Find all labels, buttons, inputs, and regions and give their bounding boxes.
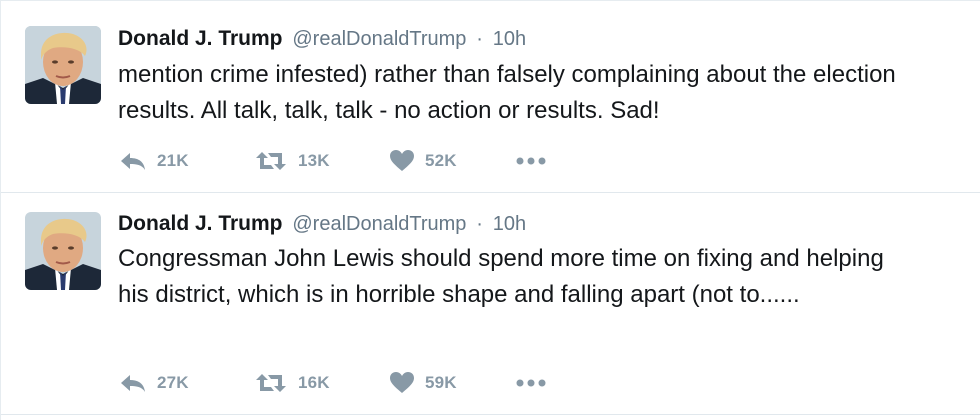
retweet-icon — [254, 150, 288, 172]
author-handle[interactable]: @realDonaldTrump — [292, 213, 466, 235]
retweet-count: 16K — [298, 373, 330, 392]
more-button[interactable] — [515, 147, 547, 175]
timestamp[interactable]: 10h — [493, 28, 526, 50]
tweet[interactable]: Donald J. Trump @realDonaldTrump · 10h C… — [1, 193, 980, 415]
tweet-text: Congressman John Lewis should spend more… — [118, 245, 884, 308]
tweet-actions: 27K 16K 59K — [119, 369, 619, 397]
tweet-header: Donald J. Trump @realDonaldTrump · 10h — [118, 25, 526, 53]
avatar[interactable] — [25, 26, 101, 104]
reply-button[interactable]: 27K — [119, 369, 189, 397]
tweet[interactable]: Donald J. Trump @realDonaldTrump · 10h m… — [1, 1, 980, 193]
like-button[interactable]: 59K — [389, 369, 457, 397]
tweet-header: Donald J. Trump @realDonaldTrump · 10h — [118, 210, 526, 238]
like-count: 59K — [425, 373, 457, 392]
heart-icon — [389, 149, 415, 173]
more-dots-icon — [515, 156, 547, 166]
heart-icon — [389, 371, 415, 395]
reply-icon — [119, 150, 147, 172]
tweet-actions: 21K 13K 52K — [119, 147, 619, 175]
timestamp[interactable]: 10h — [493, 213, 526, 235]
retweet-button[interactable]: 16K — [254, 369, 330, 397]
author-name[interactable]: Donald J. Trump — [118, 212, 283, 235]
like-button[interactable]: 52K — [389, 147, 457, 175]
retweet-button[interactable]: 13K — [254, 147, 330, 175]
reply-count: 21K — [157, 151, 189, 170]
more-dots-icon — [515, 378, 547, 388]
reply-count: 27K — [157, 373, 189, 392]
retweet-icon — [254, 372, 288, 394]
retweet-count: 13K — [298, 151, 330, 170]
timeline: Donald J. Trump @realDonaldTrump · 10h m… — [0, 0, 980, 420]
separator: · — [476, 28, 483, 50]
author-handle[interactable]: @realDonaldTrump — [292, 28, 466, 50]
avatar[interactable] — [25, 212, 101, 290]
reply-button[interactable]: 21K — [119, 147, 189, 175]
tweet-text: mention crime infested) rather than fals… — [118, 61, 896, 124]
separator: · — [476, 213, 483, 235]
like-count: 52K — [425, 151, 457, 170]
more-button[interactable] — [515, 369, 547, 397]
reply-icon — [119, 372, 147, 394]
author-name[interactable]: Donald J. Trump — [118, 27, 283, 50]
